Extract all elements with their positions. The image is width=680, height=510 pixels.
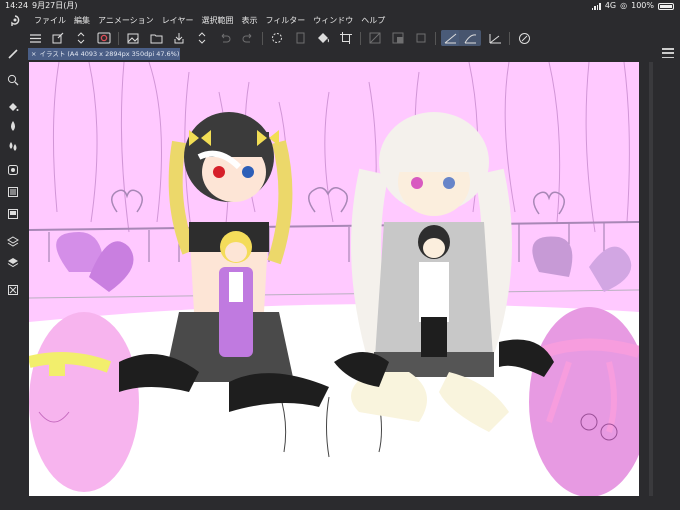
clear-icon[interactable] bbox=[291, 30, 309, 46]
status-bar: 14:24 9月27日(月) 4G ◎ 100% bbox=[0, 0, 680, 12]
sub-tool-icon[interactable] bbox=[5, 162, 21, 178]
toolbar-divider bbox=[262, 31, 263, 45]
fill-bucket-icon[interactable] bbox=[5, 98, 21, 114]
menu-edit[interactable]: 編集 bbox=[70, 12, 94, 29]
save-icon[interactable] bbox=[170, 30, 188, 46]
image-icon[interactable] bbox=[124, 30, 142, 46]
status-date: 9月27日(月) bbox=[32, 1, 78, 10]
tab-menu-icon[interactable] bbox=[662, 48, 674, 58]
fill-icon[interactable] bbox=[314, 30, 332, 46]
network-label: 4G bbox=[604, 1, 617, 10]
special-ruler-icon[interactable] bbox=[461, 30, 479, 46]
material-icon[interactable] bbox=[5, 282, 21, 298]
menu-file[interactable]: ファイル bbox=[30, 12, 70, 29]
status-time: 14:24 bbox=[5, 1, 29, 10]
menu-layer[interactable]: レイヤー bbox=[158, 12, 198, 29]
document-tab-label: イラスト (A4 4093 x 2894px 350dpi 47.6%) bbox=[39, 50, 180, 58]
battery-icon bbox=[658, 2, 674, 10]
grid-snap-icon[interactable] bbox=[486, 30, 504, 46]
color-drops-icon[interactable] bbox=[5, 138, 21, 154]
undo-icon[interactable] bbox=[216, 30, 234, 46]
ruler-snap-icon[interactable] bbox=[441, 30, 459, 46]
layer-properties-icon[interactable] bbox=[5, 234, 21, 250]
menu-view[interactable]: 表示 bbox=[237, 12, 261, 29]
signal-icon bbox=[591, 2, 601, 10]
toolbar-divider bbox=[118, 31, 119, 45]
layers-icon[interactable] bbox=[5, 254, 21, 270]
menu-animation[interactable]: アニメーション bbox=[94, 12, 158, 29]
command-bar bbox=[26, 29, 680, 47]
ruler-toggle-group bbox=[441, 30, 481, 46]
transform-icon[interactable] bbox=[337, 30, 355, 46]
color-palette-icon[interactable] bbox=[5, 206, 21, 222]
brush-icon[interactable] bbox=[5, 46, 21, 62]
zoom-icon[interactable] bbox=[5, 72, 21, 88]
status-right: 4G ◎ 100% bbox=[591, 0, 674, 12]
tool-property-icon[interactable] bbox=[5, 184, 21, 200]
companion-icon[interactable] bbox=[515, 30, 533, 46]
clip-studio-window: 14:24 9月27日(月) 4G ◎ 100% ファイル 編集 アニメーション… bbox=[0, 0, 680, 510]
toolbar-divider bbox=[435, 31, 436, 45]
drawing-canvas[interactable] bbox=[29, 62, 639, 496]
redo-icon[interactable] bbox=[239, 30, 257, 46]
stepper-icon[interactable] bbox=[72, 30, 90, 46]
clip-studio-logo-icon[interactable] bbox=[0, 12, 30, 29]
selection-off-icon[interactable] bbox=[366, 30, 384, 46]
ink-drop-icon[interactable] bbox=[5, 118, 21, 134]
new-canvas-icon[interactable] bbox=[49, 30, 67, 46]
canvas-scrollbar[interactable] bbox=[649, 62, 653, 496]
location-icon: ◎ bbox=[620, 1, 628, 10]
close-tab-icon[interactable]: × bbox=[31, 50, 36, 58]
stepper-icon-2[interactable] bbox=[193, 30, 211, 46]
document-tab[interactable]: × イラスト (A4 4093 x 2894px 350dpi 47.6%) bbox=[28, 48, 180, 60]
illustration bbox=[29, 62, 639, 496]
menu-filter[interactable]: フィルター bbox=[261, 12, 309, 29]
toolbar-divider bbox=[509, 31, 510, 45]
selection-frame-icon[interactable] bbox=[412, 30, 430, 46]
menu-window[interactable]: ウィンドウ bbox=[309, 12, 357, 29]
menu-help[interactable]: ヘルプ bbox=[357, 12, 389, 29]
menu-selection[interactable]: 選択範囲 bbox=[197, 12, 237, 29]
menu-icon[interactable] bbox=[26, 30, 44, 46]
menu-bar: ファイル 編集 アニメーション レイヤー 選択範囲 表示 フィルター ウィンドウ… bbox=[0, 12, 680, 29]
tool-strip bbox=[0, 44, 26, 510]
selection-layer-icon[interactable] bbox=[389, 30, 407, 46]
toolbar-divider bbox=[360, 31, 361, 45]
loading-icon[interactable] bbox=[268, 30, 286, 46]
open-icon[interactable] bbox=[147, 30, 165, 46]
battery-percent: 100% bbox=[631, 1, 654, 10]
record-icon[interactable] bbox=[95, 30, 113, 46]
